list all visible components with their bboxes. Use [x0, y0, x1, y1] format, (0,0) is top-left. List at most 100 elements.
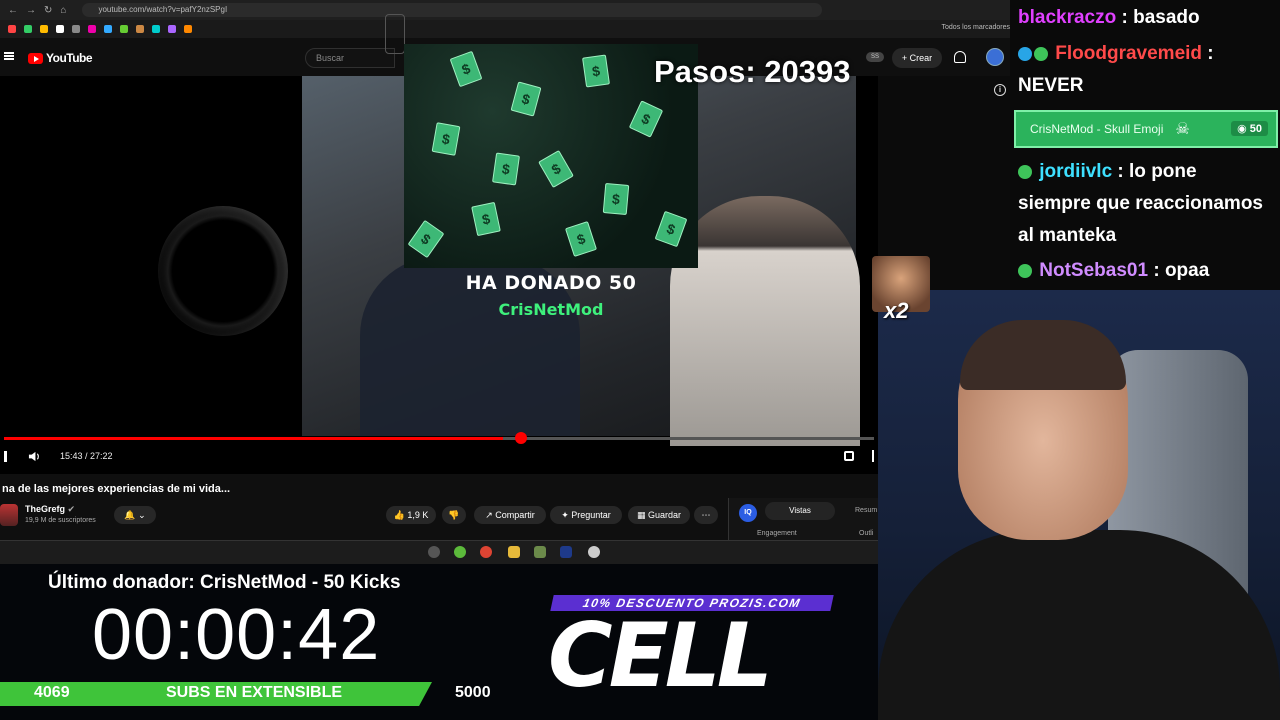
pause-icon[interactable]: [4, 451, 7, 462]
channel-avatar[interactable]: [0, 504, 18, 526]
kick-badge-icon: [1018, 164, 1032, 179]
share-button[interactable]: ↗ Compartir: [474, 506, 546, 524]
sub-badge-icon: [1018, 46, 1032, 61]
skull-emoji-icon: ☠: [1175, 121, 1190, 138]
money-bill-icon: $: [510, 81, 542, 117]
subs-goal-target: 5000: [455, 684, 491, 701]
bookmark-icon[interactable]: [136, 25, 144, 33]
chat-username[interactable]: NotSebas01: [1039, 260, 1148, 281]
money-bill-icon: $: [654, 210, 688, 248]
chat-text: :: [1202, 43, 1214, 64]
youtube-wordmark: YouTube: [46, 51, 93, 65]
money-bill-icon: $: [471, 201, 501, 237]
video-progress-fill: [4, 437, 504, 440]
taskbar-app-icon[interactable]: [534, 546, 546, 558]
stream-overlay: Último donador: CrisNetMod - 50 Kicks 00…: [0, 564, 878, 720]
chat-message: blackraczo : basado: [1018, 2, 1200, 34]
money-bill-icon: $: [538, 150, 574, 188]
bookmark-icon[interactable]: [168, 25, 176, 33]
youtube-logo[interactable]: YouTube: [28, 51, 93, 65]
subscriber-count: 19,9 M de suscriptores: [25, 517, 96, 524]
bookmark-icon[interactable]: [72, 25, 80, 33]
taskbar-app-icon[interactable]: [588, 546, 600, 558]
chat-message-continued: NEVER: [1018, 75, 1084, 96]
bookmark-icon[interactable]: [56, 25, 64, 33]
video-info-panel: na de las mejores experiencias de mi vid…: [0, 474, 878, 540]
redeem-cost: ◉ 50: [1231, 121, 1268, 136]
money-bill-icon: $: [431, 122, 461, 156]
video-title: na de las mejores experiencias de mi vid…: [2, 483, 231, 495]
bookmark-icon[interactable]: [184, 25, 192, 33]
dislike-button[interactable]: 👎: [442, 506, 466, 524]
bookmark-icon[interactable]: [24, 25, 32, 33]
redeem-label: CrisNetMod - Skull Emoji: [1030, 122, 1164, 136]
subscription-bell-button[interactable]: 🔔 ⌄: [114, 506, 156, 524]
chat-message: NotSebas01 : opaa: [1018, 255, 1209, 287]
photoshop-icon[interactable]: [560, 546, 572, 558]
eclipse-image: [158, 206, 288, 336]
money-bill-icon: $: [628, 100, 664, 138]
search-button[interactable]: [385, 14, 405, 54]
back-icon[interactable]: ←: [8, 5, 18, 16]
save-button[interactable]: ▦ Guardar: [628, 506, 690, 524]
avatar[interactable]: [986, 48, 1004, 66]
url-bar[interactable]: youtube.com/watch?v=pafY2nzSPgI: [82, 3, 823, 17]
chat-username[interactable]: Floodgravemeid: [1055, 43, 1202, 64]
home-icon[interactable]: ⌂: [60, 5, 66, 16]
tab-vistas[interactable]: Vistas: [765, 502, 835, 520]
chat-message-continued: siempre que reaccionamos: [1018, 193, 1263, 214]
bookmark-icon[interactable]: [88, 25, 96, 33]
volume-icon[interactable]: [28, 450, 41, 463]
emote-multiplier: x2: [884, 298, 909, 323]
subs-current: 4069: [34, 684, 70, 701]
bookmark-icon[interactable]: [120, 25, 128, 33]
create-button[interactable]: + Crear: [892, 48, 942, 68]
extension-panel: IQ Vistas Resum Engagement Outli: [728, 498, 878, 540]
extension-logo: IQ: [739, 504, 757, 522]
video-progress-bar[interactable]: [4, 432, 874, 444]
streamer-webcam: [878, 290, 1280, 720]
account-badge: SS: [866, 52, 884, 62]
save-label: Guardar: [647, 510, 682, 520]
bookmark-icon[interactable]: [152, 25, 160, 33]
kick-badge-icon: [1034, 46, 1048, 61]
bookmark-icon[interactable]: [104, 25, 112, 33]
bookmark-icon[interactable]: [40, 25, 48, 33]
ask-button[interactable]: ✦ Preguntar: [550, 506, 622, 524]
subathon-timer: 00:00:42: [92, 595, 381, 675]
chat-username[interactable]: blackraczo: [1018, 7, 1116, 28]
search-input[interactable]: Buscar: [305, 48, 395, 68]
folder-icon[interactable]: [508, 546, 520, 558]
ask-label: Preguntar: [571, 510, 611, 520]
chrome-icon[interactable]: [480, 546, 492, 558]
last-donor-text: Último donador: CrisNetMod - 50 Kicks: [48, 572, 401, 593]
browser-toolbar: ← → ↻ ⌂ youtube.com/watch?v=pafY2nzSPgI: [0, 0, 1010, 20]
taskbar: [0, 540, 878, 564]
forward-icon[interactable]: →: [26, 5, 36, 16]
info-icon[interactable]: i: [994, 84, 1006, 96]
video-person-right: [670, 196, 860, 446]
chat-message: Floodgravemeid :: [1018, 38, 1214, 70]
taskbar-app-icon[interactable]: [428, 546, 440, 558]
chat-message: jordiivlc : lo pone: [1018, 156, 1197, 188]
notifications-bell-icon[interactable]: [954, 51, 966, 63]
all-bookmarks-link[interactable]: Todos los marcadores: [942, 24, 1010, 31]
like-button[interactable]: 👍 1,9 K: [386, 506, 436, 524]
menu-icon[interactable]: [4, 52, 14, 60]
taskbar-app-icon[interactable]: [454, 546, 466, 558]
share-label: Compartir: [495, 510, 535, 520]
chat-message-continued: al manteka: [1018, 225, 1117, 246]
donation-alert-title: HA DONADO 50: [465, 272, 637, 294]
money-bill-icon: $: [602, 183, 630, 215]
channel-name[interactable]: TheGrefg ✔: [25, 504, 75, 515]
more-actions-icon[interactable]: ⋯: [694, 506, 718, 524]
tab-resumen[interactable]: Resum: [855, 502, 877, 520]
money-bill-icon: $: [449, 50, 483, 88]
chat-username[interactable]: jordiivlc: [1039, 161, 1112, 182]
redeem-cost-value: 50: [1249, 123, 1262, 135]
sponsor-logo: CELL: [548, 604, 773, 707]
like-count: 1,9 K: [407, 510, 429, 520]
reload-icon[interactable]: ↻: [44, 5, 52, 16]
miniplayer-icon[interactable]: [844, 451, 854, 461]
bookmark-icon[interactable]: [8, 25, 16, 33]
